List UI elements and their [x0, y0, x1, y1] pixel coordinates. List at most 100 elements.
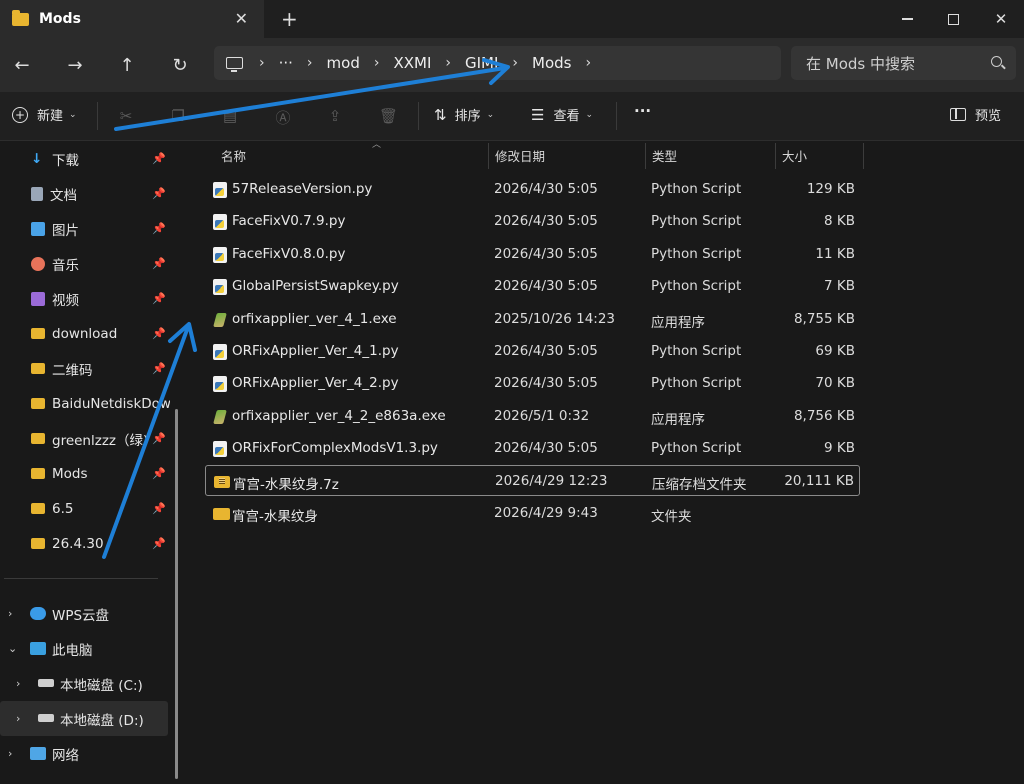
- sidebar-item-this-pc[interactable]: ⌄ 此电脑: [0, 631, 168, 666]
- paste-icon[interactable]: ▤: [221, 107, 239, 125]
- chevron-down-icon[interactable]: ⌄: [8, 642, 17, 655]
- pin-icon[interactable]: 📌: [152, 152, 166, 165]
- up-button[interactable]: ↑: [115, 53, 139, 77]
- new-tab-button[interactable]: +: [281, 7, 298, 31]
- folder-icon: [31, 433, 45, 444]
- breadcrumb-more[interactable]: ···: [279, 54, 293, 72]
- sidebar-scrollbar[interactable]: [175, 409, 178, 779]
- file-date: 2026/4/30 5:05: [494, 278, 598, 294]
- sidebar-item-documents[interactable]: 文档 📌: [0, 176, 170, 211]
- pin-icon[interactable]: 📌: [152, 327, 166, 340]
- file-row[interactable]: ORFixForComplexModsV1.3.py 2026/4/30 5:0…: [205, 433, 860, 464]
- chevron-right-icon[interactable]: ›: [307, 55, 313, 71]
- pin-icon[interactable]: 📌: [152, 362, 166, 375]
- close-window-button[interactable]: ✕: [978, 0, 1024, 38]
- file-row[interactable]: 宵宫-水果纹身.7z 2026/4/29 12:23 压缩存档文件夹 20,11…: [205, 465, 860, 496]
- chevron-right-icon[interactable]: ›: [585, 55, 591, 71]
- forward-button[interactable]: →: [63, 53, 87, 77]
- breadcrumb-gimi[interactable]: GIMI: [465, 54, 498, 72]
- column-header-type[interactable]: 类型: [645, 141, 775, 169]
- chevron-right-icon[interactable]: ›: [259, 55, 265, 71]
- sidebar-item-label: 本地磁盘 (C:): [60, 677, 143, 694]
- address-bar[interactable]: › ··· › mod › XXMI › GIMI › Mods ›: [214, 46, 781, 80]
- sidebar-item-wps-cloud[interactable]: › WPS云盘: [0, 596, 168, 631]
- minimize-icon: [901, 18, 913, 20]
- sidebar-item-music[interactable]: 音乐 📌: [0, 246, 170, 281]
- folder-icon: [31, 538, 45, 549]
- rename-icon[interactable]: Ⓐ: [274, 107, 292, 127]
- refresh-button[interactable]: ↻: [168, 53, 192, 77]
- share-icon[interactable]: ⇪: [326, 107, 344, 125]
- sidebar-item-greenlzzz[interactable]: greenlzzz（绿) 📌: [0, 421, 170, 456]
- sidebar-item-pictures[interactable]: 图片 📌: [0, 211, 170, 246]
- file-row[interactable]: 宵宫-水果纹身 2026/4/29 9:43 文件夹: [205, 498, 860, 529]
- file-size: 7 KB: [824, 278, 855, 294]
- more-options-button[interactable]: ···: [634, 102, 651, 120]
- pin-icon[interactable]: 📌: [152, 432, 166, 445]
- pin-icon[interactable]: 📌: [152, 537, 166, 550]
- close-tab-icon[interactable]: ✕: [235, 9, 248, 28]
- sidebar-item-network[interactable]: › 网络: [0, 736, 168, 771]
- column-header-date[interactable]: 修改日期: [488, 141, 645, 169]
- file-row[interactable]: orfixapplier_ver_4_1.exe 2025/10/26 14:2…: [205, 304, 860, 335]
- search-input[interactable]: 在 Mods 中搜索: [791, 46, 1016, 80]
- sidebar-item-drive-c[interactable]: › 本地磁盘 (C:): [0, 666, 168, 701]
- pin-icon[interactable]: 📌: [152, 257, 166, 270]
- sidebar-item-26-4-30[interactable]: 26.4.30 📌: [0, 526, 170, 561]
- back-button[interactable]: ←: [10, 53, 34, 77]
- preview-button[interactable]: 预览: [950, 105, 1001, 124]
- file-row[interactable]: GlobalPersistSwapkey.py 2026/4/30 5:05 P…: [205, 271, 860, 302]
- chevron-right-icon[interactable]: ›: [445, 55, 451, 71]
- chevron-right-icon[interactable]: ›: [8, 747, 12, 760]
- sidebar-item-6-5[interactable]: 6.5 📌: [0, 491, 170, 526]
- new-button[interactable]: + 新建 ⌄: [12, 105, 77, 124]
- exe-file-icon: [213, 409, 227, 425]
- pin-icon[interactable]: 📌: [152, 502, 166, 515]
- sidebar-item-label: BaiduNetdiskDow: [52, 395, 170, 412]
- sidebar-item-mods[interactable]: Mods 📌: [0, 456, 170, 491]
- sidebar-item-qrcode[interactable]: 二维码 📌: [0, 351, 170, 386]
- sidebar-item-download-folder[interactable]: download 📌: [0, 316, 170, 351]
- sidebar-item-downloads[interactable]: ↓ 下载 📌: [0, 141, 170, 176]
- search-icon[interactable]: [991, 56, 1002, 67]
- command-bar: + 新建 ⌄ ✂ ❐ ▤ Ⓐ ⇪ 🗑 ⇅ 排序 ⌄ ☰ 查看 ⌄ ··· 预览: [0, 92, 1024, 141]
- file-row[interactable]: orfixapplier_ver_4_2_e863a.exe 2026/5/1 …: [205, 401, 860, 432]
- tab-mods[interactable]: Mods ✕: [0, 0, 264, 38]
- minimize-button[interactable]: [884, 0, 930, 38]
- sort-button[interactable]: ⇅ 排序 ⌄: [434, 105, 494, 125]
- sidebar-item-videos[interactable]: 视频 📌: [0, 281, 170, 316]
- file-row[interactable]: FaceFixV0.7.9.py 2026/4/30 5:05 Python S…: [205, 206, 860, 237]
- column-divider[interactable]: [863, 143, 864, 169]
- chevron-right-icon[interactable]: ›: [374, 55, 380, 71]
- cut-icon[interactable]: ✂: [117, 107, 135, 125]
- file-row[interactable]: ORFixApplier_Ver_4_1.py 2026/4/30 5:05 P…: [205, 336, 860, 367]
- delete-icon[interactable]: 🗑: [379, 107, 398, 125]
- view-button[interactable]: ☰ 查看 ⌄: [531, 105, 593, 125]
- breadcrumb-mods[interactable]: Mods: [532, 54, 571, 72]
- copy-icon[interactable]: ❐: [169, 107, 187, 125]
- breadcrumb-mod[interactable]: mod: [327, 54, 360, 72]
- chevron-right-icon[interactable]: ›: [16, 712, 20, 725]
- file-size: 69 KB: [815, 343, 855, 359]
- toolbar-divider: [97, 102, 98, 130]
- sidebar-item-baidunetdisk[interactable]: BaiduNetdiskDow: [0, 386, 170, 421]
- maximize-button[interactable]: [930, 0, 976, 38]
- pin-icon[interactable]: 📌: [152, 292, 166, 305]
- file-size: 9 KB: [824, 440, 855, 456]
- chevron-right-icon[interactable]: ›: [8, 607, 12, 620]
- chevron-right-icon[interactable]: ›: [16, 677, 20, 690]
- file-row[interactable]: FaceFixV0.8.0.py 2026/4/30 5:05 Python S…: [205, 239, 860, 270]
- breadcrumb-xxmi[interactable]: XXMI: [393, 54, 431, 72]
- file-row[interactable]: ORFixApplier_Ver_4_2.py 2026/4/30 5:05 P…: [205, 368, 860, 399]
- pin-icon[interactable]: 📌: [152, 222, 166, 235]
- pin-icon[interactable]: 📌: [152, 187, 166, 200]
- toolbar-divider: [418, 102, 419, 130]
- file-name: orfixapplier_ver_4_2_e863a.exe: [232, 408, 446, 424]
- file-type: 应用程序: [651, 315, 705, 331]
- column-header-size[interactable]: 大小: [775, 141, 863, 169]
- pin-icon[interactable]: 📌: [152, 467, 166, 480]
- file-row[interactable]: 57ReleaseVersion.py 2026/4/30 5:05 Pytho…: [205, 174, 860, 205]
- column-header-name[interactable]: 名称 ︿: [214, 140, 488, 169]
- chevron-right-icon[interactable]: ›: [512, 55, 518, 71]
- sidebar-item-drive-d[interactable]: › 本地磁盘 (D:): [0, 701, 168, 736]
